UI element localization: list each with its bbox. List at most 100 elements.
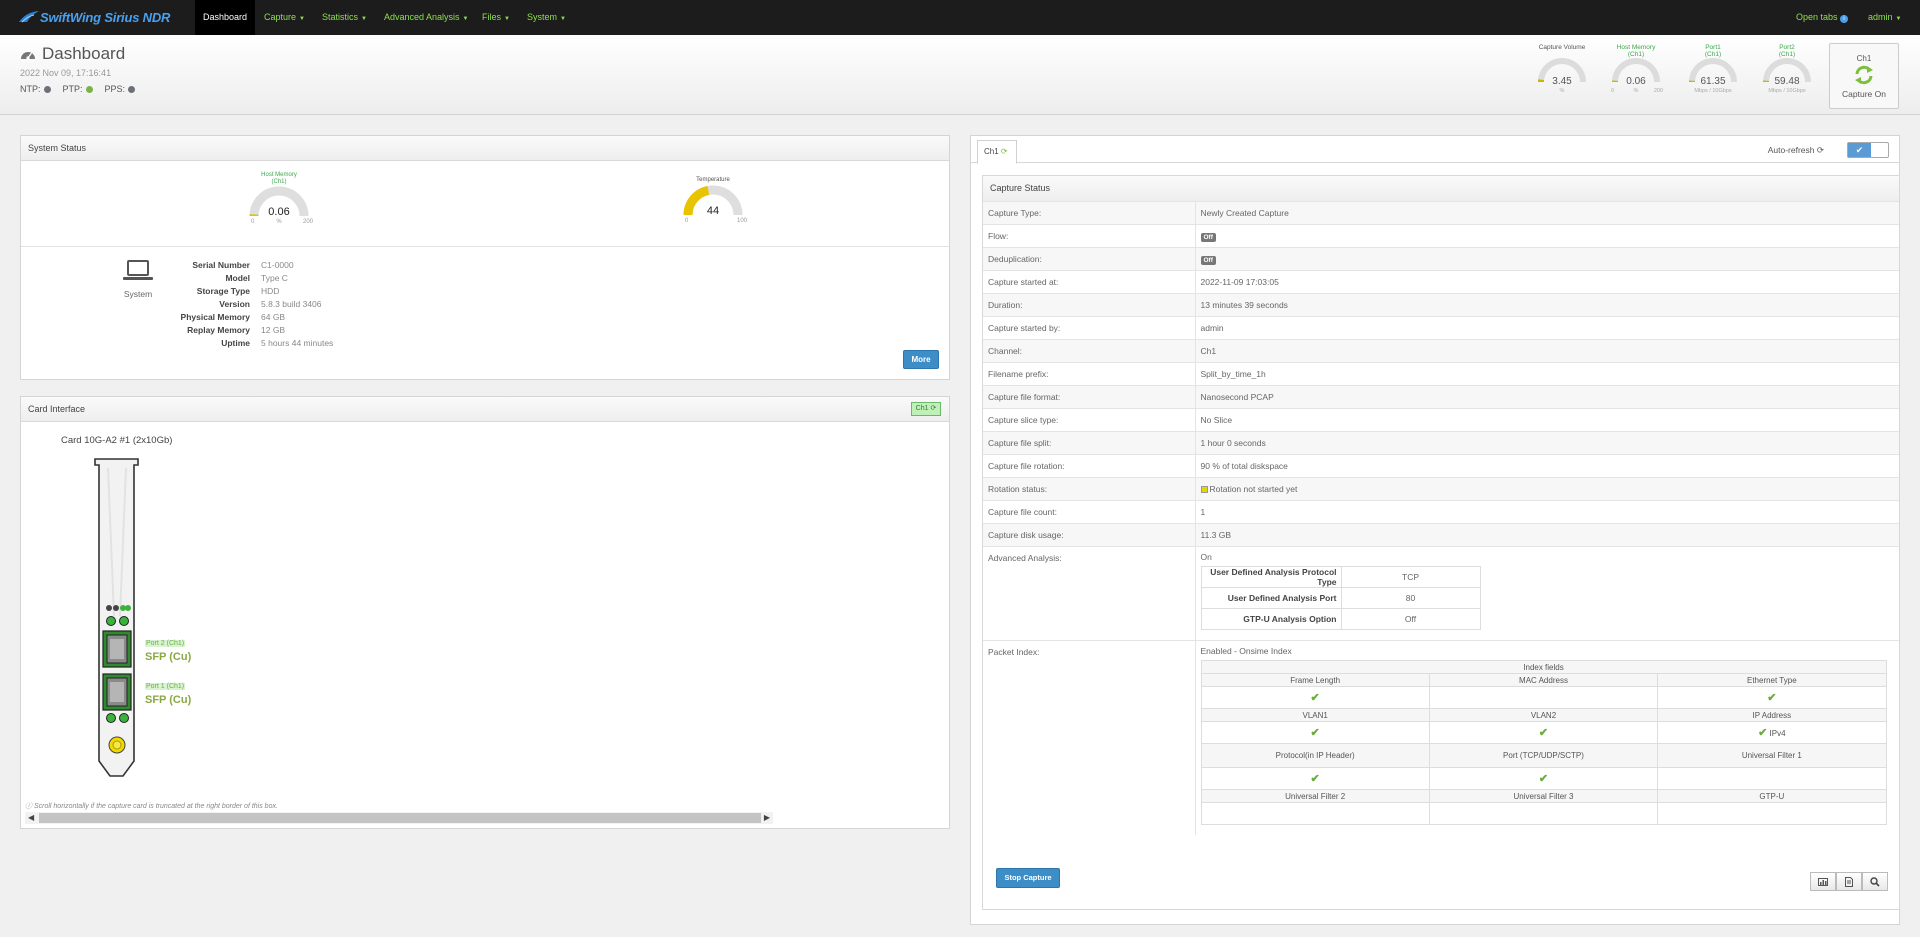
index-field-value — [1657, 802, 1887, 825]
capture-status-box: Capture Status Capture Type: Newly Create… — [982, 175, 1900, 910]
status-row: Capture file split: 1 hour 0 seconds — [983, 431, 1899, 455]
status-row: Flow: Off — [983, 224, 1899, 248]
check-icon: ✔ — [1310, 773, 1320, 785]
status-value: admin — [1195, 316, 1899, 340]
status-key: Capture started by: — [983, 316, 1196, 340]
status-key: Capture file rotation: — [983, 454, 1196, 478]
status-dot — [43, 86, 51, 93]
status-row: Rotation status: Rotation not started yet — [983, 477, 1899, 501]
scroll-right-arrow-icon[interactable]: ▶ — [764, 812, 770, 824]
index-field-value: ✔ — [1428, 767, 1659, 790]
brand-logo[interactable]: SwiftWing Sirius NDR — [18, 7, 170, 27]
status-value: 1 — [1195, 500, 1899, 524]
index-field-value: ✔ — [1657, 686, 1887, 709]
capture-status-box[interactable]: Ch1 Capture On — [1829, 43, 1899, 109]
temperature-gauge: Temperature 44 0 100 — [683, 177, 747, 224]
divider — [21, 246, 949, 247]
dashboard-icon — [21, 52, 35, 60]
info-key: Replay Memory — [187, 325, 250, 335]
packet-index-row: Packet Index: Enabled - Onsime Index Index… — [983, 640, 1899, 835]
page-title: Dashboard — [42, 44, 126, 63]
stop-capture-button[interactable]: Stop Capture — [996, 868, 1060, 888]
index-fields-table: Index fields Frame Length MAC Address Ether… — [1200, 660, 1887, 825]
info-key: Version — [219, 299, 250, 309]
nav-statistics[interactable]: Statistics ▼ — [314, 0, 375, 35]
status-row: Deduplication: Off — [983, 247, 1899, 271]
port2-label: Port 2 (Ch1) — [145, 640, 186, 647]
nav-files[interactable]: Files ▼ — [474, 0, 518, 35]
nav-dashboard[interactable]: Dashboard — [195, 0, 256, 35]
index-field-value: ✔ IPv4 — [1657, 721, 1887, 744]
index-field-label: Universal Filter 3 — [1428, 789, 1659, 803]
index-field-label: Universal Filter 2 — [1200, 789, 1430, 803]
auto-refresh-toggle[interactable]: ✔ — [1847, 142, 1889, 158]
status-value: Ch1 — [1195, 339, 1899, 363]
search-icon — [1870, 876, 1880, 887]
more-button[interactable]: More — [903, 350, 939, 369]
index-field-label: VLAN1 — [1200, 708, 1430, 722]
caret-down-icon: ▼ — [462, 16, 469, 22]
refresh-icon — [1855, 65, 1873, 85]
system-info-row: Storage Type HDD — [141, 285, 333, 298]
channel-badge[interactable]: Ch1 ⟳ — [911, 402, 941, 416]
nav-capture[interactable]: Capture ▼ — [256, 0, 313, 35]
caret-down-icon: ▼ — [361, 16, 367, 22]
status-row: Filename prefix: Split_by_time_1h — [983, 362, 1899, 386]
nav-advanced-analysis[interactable]: Advanced Analysis ▼ — [376, 0, 477, 35]
scroll-thumb[interactable] — [39, 813, 761, 823]
status-value: 13 minutes 39 seconds — [1195, 293, 1899, 317]
tab-bar: Ch1 ⟳ Auto-refresh ⟳ ✔ — [971, 136, 1899, 164]
info-value: HDD — [261, 286, 280, 296]
info-icon: ⓘ — [25, 803, 32, 810]
status-key: Capture slice type: — [983, 408, 1196, 432]
host-memory-gauge: Host Memory (Ch1) 0.06 0 % 200 — [249, 172, 313, 225]
header-gauge: Capture Volume 3.45% — [1538, 44, 1586, 94]
index-field-label: Protocol(in IP Header) — [1200, 743, 1430, 768]
index-field-value: ✔ — [1200, 721, 1430, 744]
tab-ch1[interactable]: Ch1 ⟳ — [977, 140, 1017, 164]
index-field-label: GTP-U — [1657, 789, 1887, 803]
index-field-value — [1428, 802, 1659, 825]
port1-type: SFP (Cu) — [145, 694, 192, 706]
brand-name: SwiftWing Sirius NDR — [40, 9, 171, 25]
index-field-value: ✔ — [1200, 686, 1430, 709]
auto-refresh-label: Auto-refresh ⟳ — [1767, 145, 1824, 155]
check-icon: ✔ — [1538, 773, 1549, 785]
index-field-value — [1657, 767, 1887, 790]
nav-system[interactable]: System ▼ — [519, 0, 574, 35]
user-menu[interactable]: admin ▼ — [1868, 0, 1901, 35]
status-value: No Slice — [1195, 408, 1899, 432]
advanced-option-row: User Defined Analysis Protocol Type TCP — [1200, 566, 1481, 588]
system-info-row: Model Type C — [141, 272, 333, 285]
check-icon: ✔ — [1758, 727, 1768, 739]
search-button[interactable] — [1862, 872, 1888, 891]
info-value: 5.8.3 build 3406 — [261, 299, 322, 309]
status-row: Capture started at: 2022-11-09 17:03:05 — [983, 270, 1899, 294]
status-value: 90 % of total diskspace — [1195, 454, 1899, 478]
status-key: Channel: — [983, 339, 1196, 363]
horizontal-scrollbar[interactable]: ◀ ▶ — [25, 812, 773, 824]
scroll-note: ⓘ Scroll horizontally if the capture car… — [25, 803, 278, 810]
card-name: Card 10G-A2 #1 (2x10Gb) — [61, 435, 173, 446]
system-info-row: Uptime 5 hours 44 minutes — [141, 337, 333, 350]
info-key: Model — [225, 273, 250, 283]
index-field-value: ✔ — [1428, 721, 1659, 744]
status-row: Channel: Ch1 — [983, 339, 1899, 363]
info-value: C1-0000 — [261, 260, 294, 270]
index-field-label: Ethernet Type — [1657, 673, 1887, 687]
open-tabs-link[interactable]: Open tabs i — [1796, 0, 1849, 35]
status-key: Capture started at: — [983, 270, 1196, 294]
card-interface-panel: Card Interface Ch1 ⟳ Card 10G-A2 #1 (2x1… — [20, 396, 950, 829]
panel-title: System Status — [21, 136, 949, 161]
header-gauge: Port1 (Ch1) 61.35 Mbps / 10Gbps — [1683, 44, 1743, 94]
index-fields-header: Index fields — [1200, 660, 1887, 674]
status-dot — [85, 86, 93, 93]
status-value: Split_by_time_1h — [1195, 362, 1899, 386]
status-value: Newly Created Capture — [1195, 201, 1899, 225]
scroll-left-arrow-icon[interactable]: ◀ — [28, 812, 34, 824]
document-button[interactable] — [1836, 872, 1862, 891]
chart-button[interactable] — [1810, 872, 1836, 891]
status-row: Capture Type: Newly Created Capture — [983, 201, 1899, 225]
panel-title: Card Interface — [21, 397, 949, 422]
pps-status: PPS: — [105, 84, 136, 94]
